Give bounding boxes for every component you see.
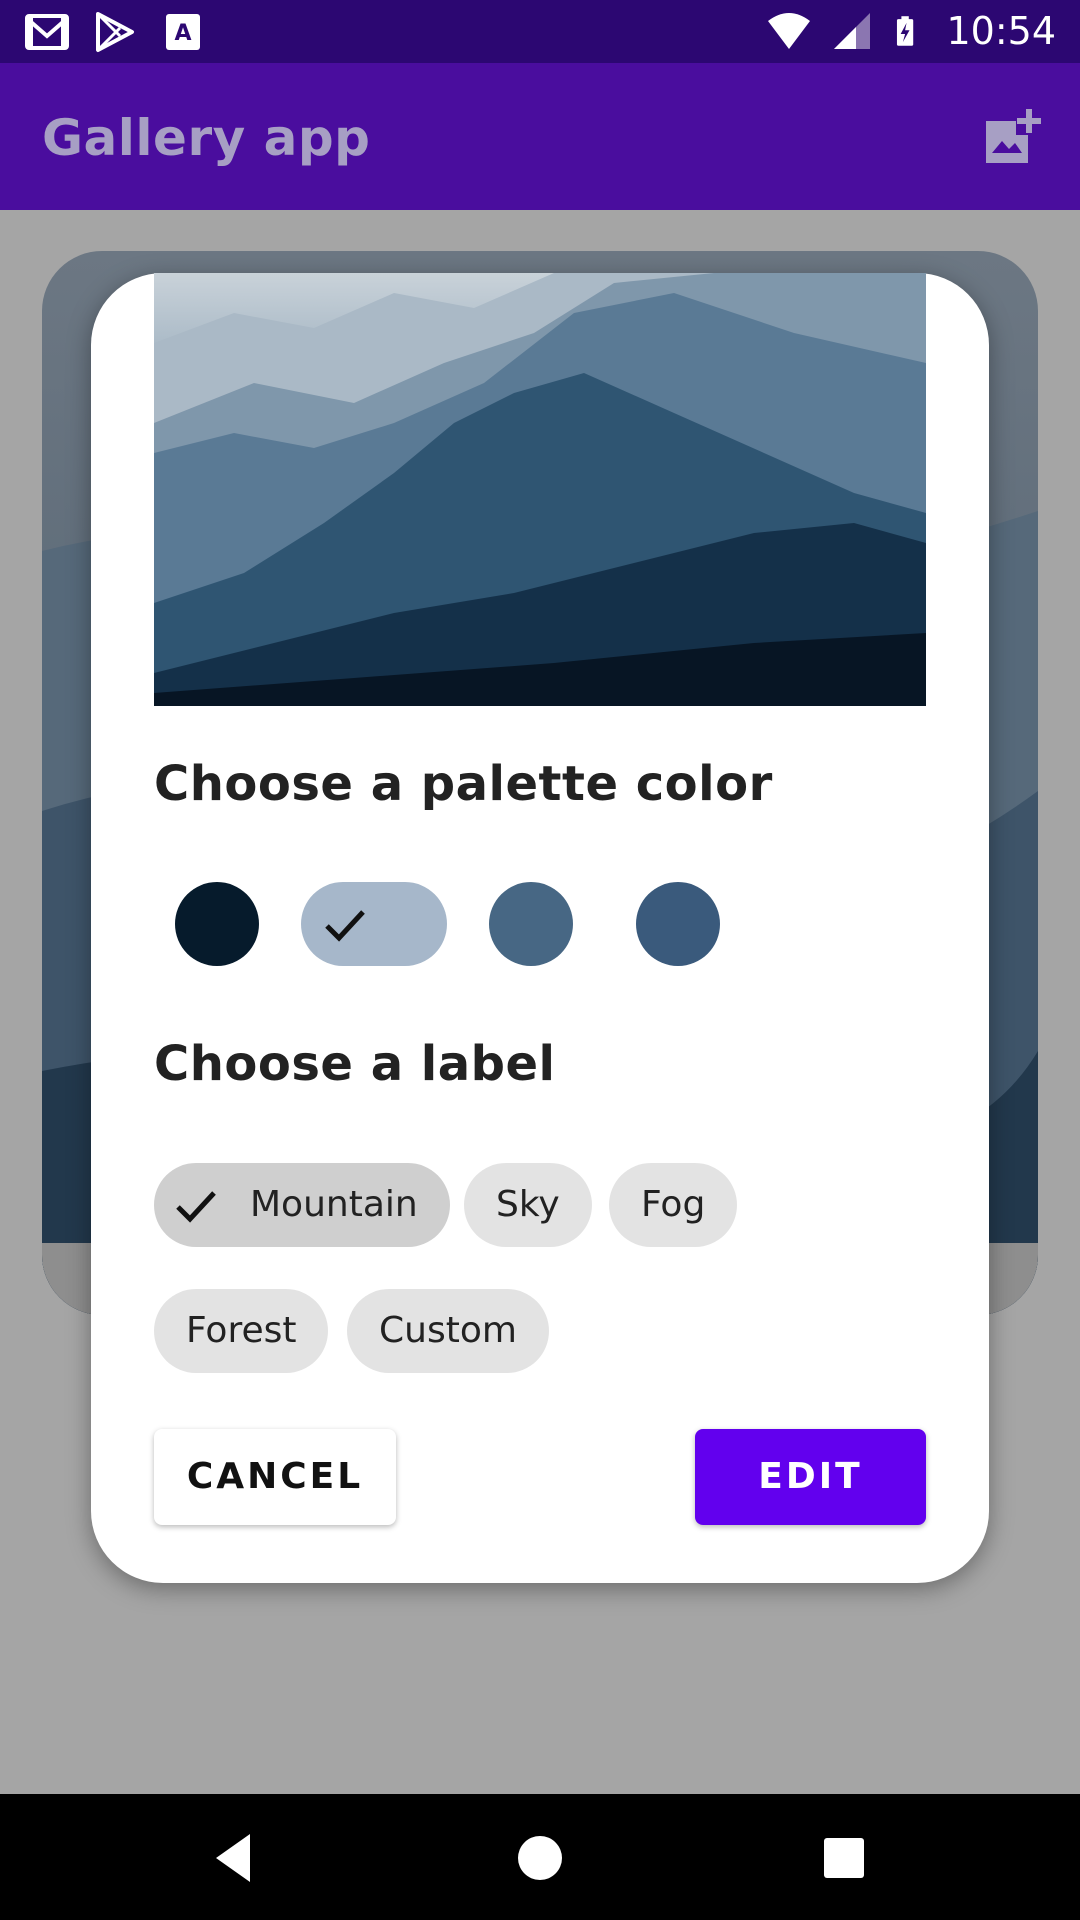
navigation-bar — [0, 1794, 1080, 1920]
text-a-icon: A — [166, 14, 200, 50]
edit-button[interactable]: EDIT — [695, 1429, 926, 1525]
chip-label: Sky — [496, 1184, 560, 1225]
palette-title: Choose a palette color — [154, 756, 773, 812]
check-icon — [176, 1191, 216, 1223]
home-icon[interactable] — [510, 1828, 570, 1888]
gmail-icon — [25, 14, 69, 50]
chip-label: Fog — [641, 1184, 706, 1225]
add-photo-icon[interactable] — [982, 107, 1044, 169]
play-store-icon — [96, 12, 134, 52]
system-icons: 10:54 — [766, 8, 1056, 54]
chip-mountain[interactable]: Mountain — [154, 1163, 450, 1247]
mountain-image — [154, 273, 926, 706]
edit-dialog: Choose a palette color Choose a label Mo… — [91, 273, 989, 1583]
recents-icon[interactable] — [814, 1828, 874, 1888]
label-title: Choose a label — [154, 1036, 556, 1092]
notification-icons: A — [24, 10, 206, 54]
cancel-button[interactable]: CANCEL — [154, 1429, 396, 1525]
wifi-icon — [768, 13, 811, 49]
battery-charging-icon — [897, 16, 914, 46]
chip-custom[interactable]: Custom — [347, 1289, 549, 1373]
signal-icon — [834, 13, 871, 49]
palette-swatch-1[interactable] — [175, 882, 259, 966]
chip-label: Forest — [186, 1310, 297, 1351]
chip-sky[interactable]: Sky — [464, 1163, 592, 1247]
app-title: Gallery app — [42, 109, 371, 167]
palette-swatch-2-selected[interactable] — [301, 882, 447, 966]
app-bar: Gallery app — [0, 63, 1080, 210]
photo-preview — [154, 273, 926, 706]
screen: A 10:54 Gallery app Choose a palette col… — [0, 0, 1080, 1920]
chip-label: Mountain — [250, 1184, 418, 1225]
clock: 10:54 — [946, 9, 1056, 53]
status-bar: A 10:54 — [0, 0, 1080, 63]
check-icon — [325, 910, 365, 942]
back-icon[interactable] — [206, 1828, 266, 1888]
chip-fog[interactable]: Fog — [609, 1163, 738, 1247]
chip-label: Custom — [379, 1310, 517, 1351]
palette-swatch-3[interactable] — [489, 882, 573, 966]
palette-swatch-4[interactable] — [636, 882, 720, 966]
svg-text:A: A — [174, 21, 191, 46]
chip-forest[interactable]: Forest — [154, 1289, 329, 1373]
